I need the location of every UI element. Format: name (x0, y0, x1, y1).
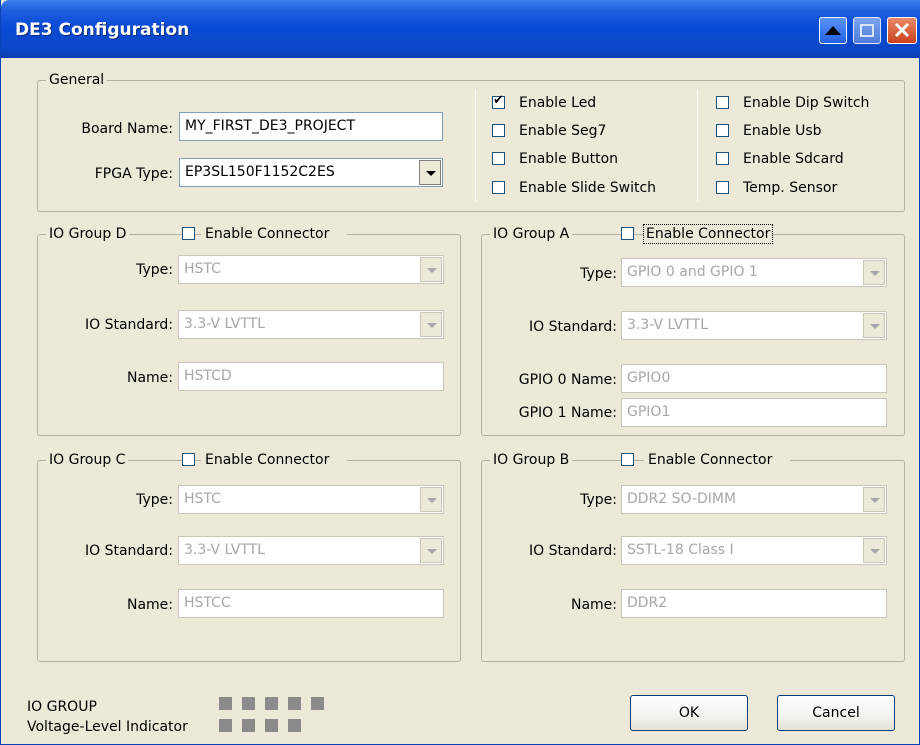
chevron-down-icon[interactable] (419, 160, 441, 185)
io-group-a-enable-checkbox[interactable] (621, 227, 634, 240)
io-group-d-type-select[interactable]: HSTC (178, 255, 444, 284)
io-group-d-enable-label[interactable]: Enable Connector (201, 225, 348, 243)
io-group-a-type-select[interactable]: GPIO 0 and GPIO 1 (621, 258, 887, 287)
enable-usb-checkbox[interactable] (716, 124, 729, 137)
io-group-c-std-label: IO Standard: (84, 543, 173, 559)
io-group-c-name-label: Name: (126, 597, 173, 613)
io-group-a-gpio0-label: GPIO 0 Name: (518, 372, 617, 388)
io-group-b-std-select[interactable]: SSTL-18 Class I (621, 536, 887, 565)
io-group-b-std-label: IO Standard: (528, 543, 617, 559)
io-group-d-legend: IO Group D (46, 225, 130, 243)
io-group-b-type-select[interactable]: DDR2 SO-DIMM (621, 485, 887, 514)
title-bar[interactable]: DE3 Configuration (1, 0, 920, 58)
io-group-a-legend: IO Group A (490, 225, 573, 243)
chevron-down-icon[interactable] (863, 538, 885, 563)
io-group-a-type-label: Type: (580, 266, 617, 282)
io-group-b-name-input[interactable]: DDR2 (621, 589, 887, 618)
io-group-c-legend: IO Group C (46, 451, 129, 469)
chevron-down-icon[interactable] (420, 312, 442, 337)
io-group-c-type-select[interactable]: HSTC (178, 485, 444, 514)
indicator-title: IO GROUP (27, 699, 97, 715)
board-name-label: Board Name: (81, 121, 173, 137)
temp-sensor-label[interactable]: Temp. Sensor (743, 179, 837, 197)
io-group-a-std-select[interactable]: 3.3-V LVTTL (621, 311, 887, 340)
temp-sensor-checkbox[interactable] (716, 181, 729, 194)
enable-seg7-checkbox[interactable] (492, 124, 505, 137)
enable-dip-switch-label[interactable]: Enable Dip Switch (743, 94, 869, 112)
io-group-b-name-label: Name: (570, 597, 617, 613)
io-group-a-gpio0-input[interactable]: GPIO0 (621, 364, 887, 393)
voltage-indicator (311, 697, 324, 710)
help-icon[interactable] (819, 17, 847, 44)
enable-led-label[interactable]: Enable Led (519, 94, 596, 112)
board-name-input[interactable]: MY_FIRST_DE3_PROJECT (179, 112, 443, 141)
general-separator (475, 90, 476, 202)
io-group-b-enable-checkbox[interactable] (621, 453, 634, 466)
voltage-indicator (288, 697, 301, 710)
enable-slide-switch-label[interactable]: Enable Slide Switch (519, 179, 656, 197)
io-group-d-type-label: Type: (136, 262, 173, 278)
io-group-c-std-value: 3.3-V LVTTL (184, 542, 266, 558)
cancel-button[interactable]: Cancel (777, 695, 895, 731)
chevron-down-icon[interactable] (420, 487, 442, 512)
io-group-c-enable-label[interactable]: Enable Connector (201, 451, 348, 469)
enable-usb-label[interactable]: Enable Usb (743, 122, 822, 140)
voltage-indicator (219, 697, 232, 710)
enable-button-checkbox[interactable] (492, 152, 505, 165)
io-group-d-std-select[interactable]: 3.3-V LVTTL (178, 310, 444, 339)
io-group-d-name-input[interactable]: HSTCD (178, 362, 444, 391)
io-group-c-type-value: HSTC (184, 491, 221, 507)
io-group-b-type-label: Type: (580, 492, 617, 508)
ok-button[interactable]: OK (630, 695, 748, 731)
chevron-down-icon[interactable] (420, 538, 442, 563)
voltage-indicator (219, 719, 232, 732)
chevron-down-icon[interactable] (863, 260, 885, 285)
maximize-icon[interactable] (853, 17, 881, 44)
dialog-window: DE3 Configuration General Board Name: MY… (0, 0, 920, 745)
io-group-a-std-label: IO Standard: (528, 319, 617, 335)
io-group-a-gpio1-input[interactable]: GPIO1 (621, 398, 887, 427)
io-group-d-name-label: Name: (126, 370, 173, 386)
chevron-down-icon[interactable] (420, 257, 442, 282)
voltage-indicator (265, 719, 278, 732)
enable-dip-switch-checkbox[interactable] (716, 96, 729, 109)
io-group-b-legend: IO Group B (490, 451, 573, 469)
io-group-c-enable-checkbox[interactable] (182, 453, 195, 466)
enable-button-label[interactable]: Enable Button (519, 150, 618, 168)
io-group-c-std-select[interactable]: 3.3-V LVTTL (178, 536, 444, 565)
voltage-indicator (242, 719, 255, 732)
enable-sdcard-checkbox[interactable] (716, 152, 729, 165)
chevron-down-icon[interactable] (863, 487, 885, 512)
window-title: DE3 Configuration (15, 20, 190, 40)
io-group-a-std-value: 3.3-V LVTTL (627, 317, 709, 333)
general-legend: General (46, 71, 108, 89)
fpga-type-value: EP3SL150F1152C2ES (185, 164, 335, 180)
io-group-a-type-value: GPIO 0 and GPIO 1 (627, 264, 758, 280)
chevron-down-icon[interactable] (863, 313, 885, 338)
io-group-a-enable-label[interactable]: Enable Connector (642, 224, 774, 244)
enable-slide-switch-checkbox[interactable] (492, 181, 505, 194)
voltage-indicator (265, 697, 278, 710)
io-group-b-std-value: SSTL-18 Class I (627, 542, 734, 558)
voltage-indicator (242, 697, 255, 710)
enable-led-checkbox[interactable] (492, 93, 505, 109)
io-group-b-type-value: DDR2 SO-DIMM (627, 491, 737, 507)
enable-seg7-label[interactable]: Enable Seg7 (519, 122, 606, 140)
io-group-c-type-label: Type: (136, 492, 173, 508)
general-separator-2 (697, 90, 698, 202)
io-group-d-std-label: IO Standard: (84, 317, 173, 333)
io-group-b-enable-label[interactable]: Enable Connector (644, 451, 791, 469)
fpga-type-label: FPGA Type: (94, 166, 173, 182)
io-group-d-type-value: HSTC (184, 261, 221, 277)
io-group-d-enable-checkbox[interactable] (182, 227, 195, 240)
voltage-indicator (288, 719, 301, 732)
io-group-a-gpio1-label: GPIO 1 Name: (518, 405, 617, 421)
io-group-c-name-input[interactable]: HSTCC (178, 589, 444, 618)
indicator-subtitle: Voltage-Level Indicator (27, 719, 188, 735)
io-group-d-std-value: 3.3-V LVTTL (184, 316, 266, 332)
close-icon[interactable] (887, 17, 917, 44)
fpga-type-select[interactable]: EP3SL150F1152C2ES (179, 158, 443, 187)
enable-sdcard-label[interactable]: Enable Sdcard (743, 150, 844, 168)
